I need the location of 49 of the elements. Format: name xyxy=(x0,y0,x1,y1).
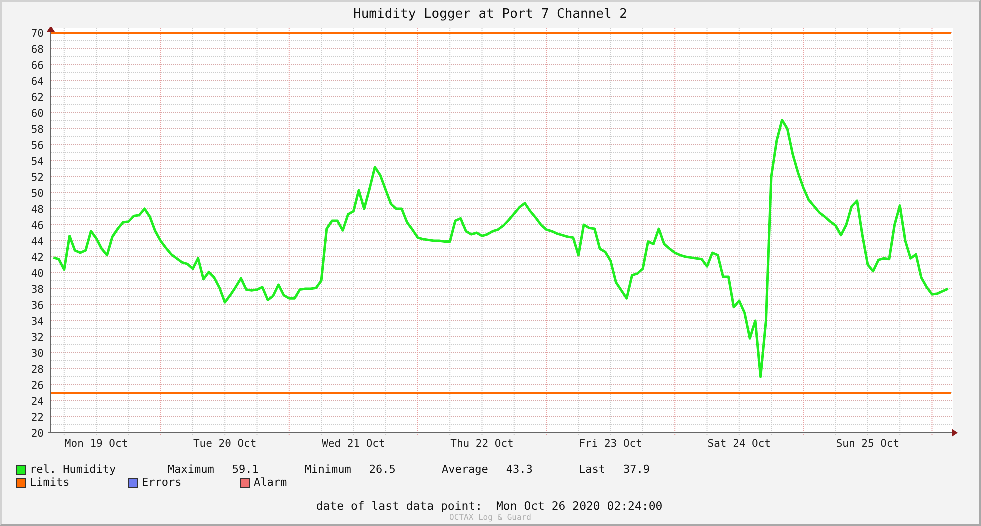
y-tick-label: 44 xyxy=(31,236,44,248)
y-tick-label: 64 xyxy=(31,76,44,88)
x-tick-label: Thu 22 Oct xyxy=(450,438,514,450)
chart-title: Humidity Logger at Port 7 Channel 2 xyxy=(354,8,628,21)
y-tick-label: 58 xyxy=(31,124,44,136)
y-tick-label: 38 xyxy=(31,284,44,296)
y-tick-label: 42 xyxy=(31,252,44,264)
y-tick-label: 40 xyxy=(31,268,44,280)
y-tick-label: 22 xyxy=(31,412,44,424)
legend-label: Limits xyxy=(30,476,70,489)
stat-label: Average xyxy=(442,463,488,476)
last-data-date: Mon Oct 26 2020 02:24:00 xyxy=(496,499,663,513)
stat-value: 59.1 xyxy=(232,463,259,476)
legend-label: rel. Humidity xyxy=(30,463,116,476)
stat-value: 43.3 xyxy=(506,463,533,476)
y-tick-label: 28 xyxy=(31,364,44,376)
x-tick-label: Sun 25 Oct xyxy=(836,438,900,450)
y-tick-label: 30 xyxy=(31,348,44,360)
x-tick-label: Wed 21 Oct xyxy=(322,438,386,450)
x-tick-label: Tue 20 Oct xyxy=(194,438,257,450)
y-tick-label: 34 xyxy=(31,316,44,328)
y-tick-label: 54 xyxy=(31,156,44,168)
y-tick-label: 20 xyxy=(31,428,44,440)
y-tick-label: 52 xyxy=(31,172,44,184)
stat-label: Last xyxy=(579,463,606,476)
y-tick-label: 70 xyxy=(31,28,44,40)
y-tick-label: 24 xyxy=(31,396,44,408)
y-tick-label: 60 xyxy=(31,108,44,120)
y-tick-label: 50 xyxy=(31,188,44,200)
stat-label: Maximum xyxy=(168,463,214,476)
stat-label: Minimum xyxy=(305,463,352,476)
y-tick-label: 56 xyxy=(31,140,44,152)
y-tick-label: 66 xyxy=(31,60,44,72)
y-tick-label: 36 xyxy=(31,300,44,312)
stat-value: 26.5 xyxy=(369,463,396,476)
stat-value: 37.9 xyxy=(624,463,650,476)
y-tick-label: 62 xyxy=(31,92,44,104)
y-tick-label: 32 xyxy=(31,332,44,344)
x-tick-label: Sat 24 Oct xyxy=(708,438,771,450)
x-tick-label: Mon 19 Oct xyxy=(64,438,128,450)
y-tick-label: 48 xyxy=(31,204,44,216)
footer-label: date of last data point: xyxy=(316,499,482,513)
legend-label: Errors xyxy=(142,476,182,489)
x-tick-label: Fri 23 Oct xyxy=(579,438,642,450)
y-tick-label: 68 xyxy=(31,44,44,56)
y-tick-label: 26 xyxy=(31,380,44,392)
y-tick-label: 46 xyxy=(31,220,44,232)
legend-label: Alarm xyxy=(254,476,288,489)
credit-text: OCTAX Log & Guard xyxy=(450,513,532,522)
